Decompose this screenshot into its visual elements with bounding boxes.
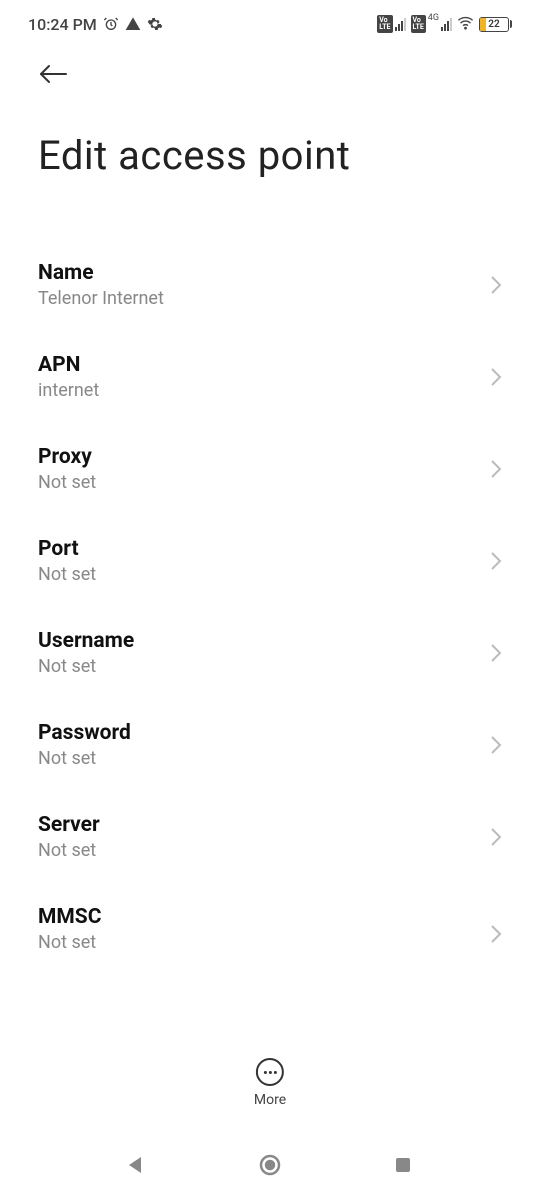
warning-icon — [125, 16, 141, 32]
nav-back-button[interactable] — [125, 1153, 149, 1177]
item-value: Not set — [38, 472, 478, 493]
setting-apn[interactable]: APN internet — [0, 331, 540, 423]
status-left: 10:24 PM — [28, 15, 163, 34]
battery-percentage: 22 — [480, 19, 508, 30]
setting-mmsc[interactable]: MMSC Not set — [0, 883, 540, 984]
chevron-right-icon — [490, 459, 502, 479]
chevron-right-icon — [490, 551, 502, 571]
chevron-right-icon — [490, 735, 502, 755]
chevron-right-icon — [490, 827, 502, 847]
item-value: Not set — [38, 840, 478, 861]
more-button[interactable]: More — [254, 1058, 286, 1108]
alarm-icon — [103, 16, 119, 32]
nav-recents-button[interactable] — [391, 1153, 415, 1177]
item-value: Not set — [38, 932, 478, 962]
settings-list: Name Telenor Internet APN internet Proxy… — [0, 209, 540, 984]
item-value: Not set — [38, 748, 478, 769]
setting-name[interactable]: Name Telenor Internet — [0, 239, 540, 331]
setting-server[interactable]: Server Not set — [0, 791, 540, 883]
lte-badge-icon: VoLTE — [411, 15, 426, 33]
item-title: Server — [38, 813, 478, 837]
sim2-signal: VoLTE 4G — [411, 15, 453, 33]
navigation-bar — [0, 1130, 540, 1200]
item-title: Name — [38, 261, 478, 285]
signal-bars-icon — [441, 18, 452, 31]
item-title: MMSC — [38, 905, 478, 929]
status-time: 10:24 PM — [28, 15, 97, 34]
more-label: More — [254, 1092, 286, 1108]
status-right: VoLTE VoLTE 4G 22 — [377, 14, 512, 35]
item-value: Not set — [38, 656, 478, 677]
item-title: Port — [38, 537, 478, 561]
fade-overlay — [0, 1015, 540, 1055]
back-button[interactable] — [38, 64, 68, 84]
item-value: internet — [38, 380, 478, 401]
signal-bars-icon — [395, 18, 406, 31]
chevron-right-icon — [490, 275, 502, 295]
network-type-label: 4G — [428, 13, 439, 23]
header — [0, 44, 540, 94]
setting-password[interactable]: Password Not set — [0, 699, 540, 791]
setting-proxy[interactable]: Proxy Not set — [0, 423, 540, 515]
lte-badge-icon: VoLTE — [377, 15, 392, 33]
item-value: Telenor Internet — [38, 288, 478, 309]
page-title: Edit access point — [0, 94, 540, 209]
more-icon — [256, 1058, 284, 1086]
sim1-signal: VoLTE — [377, 15, 405, 33]
setting-username[interactable]: Username Not set — [0, 607, 540, 699]
nav-home-button[interactable] — [258, 1153, 282, 1177]
setting-port[interactable]: Port Not set — [0, 515, 540, 607]
item-title: APN — [38, 353, 478, 377]
item-value: Not set — [38, 564, 478, 585]
wifi-icon — [457, 14, 474, 35]
status-bar: 10:24 PM VoLTE VoLTE 4G — [0, 0, 540, 44]
chevron-right-icon — [490, 367, 502, 387]
item-title: Password — [38, 721, 478, 745]
gear-icon — [147, 16, 163, 32]
chevron-right-icon — [490, 643, 502, 663]
chevron-right-icon — [490, 924, 502, 944]
item-title: Proxy — [38, 445, 478, 469]
item-title: Username — [38, 629, 478, 653]
battery-icon: 22 — [479, 17, 512, 32]
